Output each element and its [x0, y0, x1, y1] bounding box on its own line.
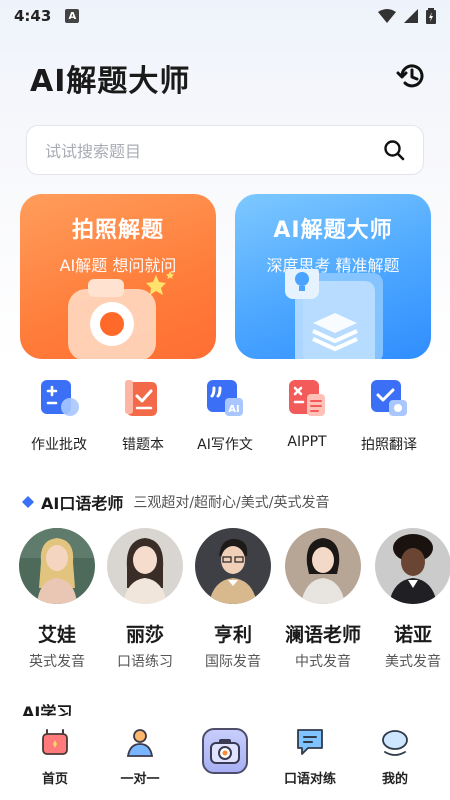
- teacher-card[interactable]: 丽莎 口语练习: [100, 528, 190, 671]
- tool-homework-check[interactable]: 作业批改: [18, 378, 100, 454]
- teacher-card[interactable]: 亨利 国际发音: [188, 528, 278, 671]
- camera-illustration-icon: [68, 271, 174, 359]
- nav-label: 首页: [41, 772, 68, 787]
- avatar: [375, 528, 450, 604]
- avatar: [19, 528, 95, 604]
- ai-essay-icon: AI: [207, 380, 243, 416]
- teacher-card[interactable]: 诺亚 美式发音: [368, 528, 450, 671]
- camera-icon: [210, 739, 240, 764]
- ai-master-card[interactable]: AI解题大师 深度思考 精准解题: [235, 194, 431, 359]
- card-title: 拍照解题: [71, 218, 164, 243]
- search-input[interactable]: 试试搜索题目: [26, 125, 424, 175]
- status-time: 4:43: [14, 7, 52, 25]
- tool-label: AIPPT: [287, 434, 327, 450]
- teacher-accent: 美式发音: [385, 654, 441, 670]
- svg-text:AI: AI: [228, 404, 239, 415]
- homework-check-icon: [41, 380, 79, 416]
- profile-icon: [382, 730, 408, 756]
- bottom-nav: 首页 一对一 口语对练 我的: [0, 716, 450, 800]
- teacher-name: 澜语老师: [284, 624, 361, 646]
- section-subtitle: 三观超对/超耐心/美式/英式发音: [133, 495, 330, 511]
- history-icon: [396, 64, 424, 88]
- teacher-card[interactable]: 艾娃 英式发音: [12, 528, 102, 671]
- nav-label: 我的: [381, 772, 408, 787]
- tool-photo-translate[interactable]: 拍照翻译: [348, 378, 430, 454]
- tool-ai-ppt[interactable]: AIPPT: [266, 378, 348, 450]
- search-placeholder: 试试搜索题目: [45, 142, 142, 161]
- diamond-icon: [22, 496, 34, 508]
- tool-label: 作业批改: [31, 437, 87, 453]
- tool-grid: 作业批改 错题本 AI AI写作文 AIPPT 拍照翻译: [0, 378, 450, 458]
- card-title: AI解题大师: [273, 218, 393, 243]
- history-button[interactable]: [392, 56, 432, 96]
- status-indicators: [378, 8, 436, 24]
- chat-icon: [297, 729, 323, 755]
- app-title: AI解题大师: [30, 64, 191, 99]
- ppt-icon: [289, 380, 325, 416]
- teacher-accent: 英式发音: [29, 654, 85, 670]
- mistake-book-icon: [125, 380, 157, 416]
- teacher-name: 诺亚: [393, 624, 432, 646]
- tool-ai-essay[interactable]: AI AI写作文: [184, 378, 266, 454]
- tool-label: 拍照翻译: [361, 437, 417, 453]
- signal-icon: [404, 9, 418, 23]
- notification-badge: A: [65, 9, 80, 23]
- home-icon: [42, 729, 68, 755]
- avatar: [285, 528, 361, 604]
- photo-translate-icon: [371, 380, 407, 416]
- nav-oral-practice[interactable]: 口语对练: [275, 726, 345, 787]
- next-section-title: AI学习: [22, 703, 73, 716]
- tool-label: AI写作文: [197, 437, 253, 453]
- tool-mistake-book[interactable]: 错题本: [102, 378, 184, 454]
- teacher-card[interactable]: 澜语老师 中式发音: [278, 528, 368, 671]
- photo-solve-card[interactable]: 拍照解题 AI解题 想问就问: [20, 194, 216, 359]
- nav-label: 口语对练: [283, 772, 336, 787]
- section-title: AI口语老师: [41, 494, 124, 513]
- tool-label: 错题本: [122, 437, 164, 453]
- person-icon: [126, 729, 154, 757]
- teacher-name: 亨利: [213, 624, 252, 646]
- nav-profile[interactable]: 我的: [360, 726, 430, 787]
- status-bar: 4:43 A: [0, 0, 450, 32]
- camera-button[interactable]: [202, 728, 248, 774]
- teacher-name: 丽莎: [125, 624, 164, 646]
- avatar: [107, 528, 183, 604]
- teacher-accent: 国际发音: [205, 654, 261, 670]
- teacher-name: 艾娃: [37, 624, 76, 646]
- book-illustration-icon: [285, 269, 383, 359]
- teacher-section-header: AI口语老师 三观超对/超耐心/美式/英式发音: [22, 490, 330, 514]
- teacher-accent: 口语练习: [117, 654, 173, 670]
- nav-label: 一对一: [120, 772, 160, 787]
- avatar: [195, 528, 271, 604]
- nav-home[interactable]: 首页: [20, 726, 90, 787]
- wifi-icon: [378, 9, 396, 23]
- search-icon[interactable]: [383, 139, 405, 161]
- nav-one-on-one[interactable]: 一对一: [105, 726, 175, 787]
- teacher-list: 艾娃 英式发音 丽莎 口语练习 亨利 国际发音 澜语老师 中式发音 诺亚 美式发…: [0, 528, 450, 678]
- teacher-accent: 中式发音: [295, 654, 351, 670]
- battery-icon: [426, 8, 436, 24]
